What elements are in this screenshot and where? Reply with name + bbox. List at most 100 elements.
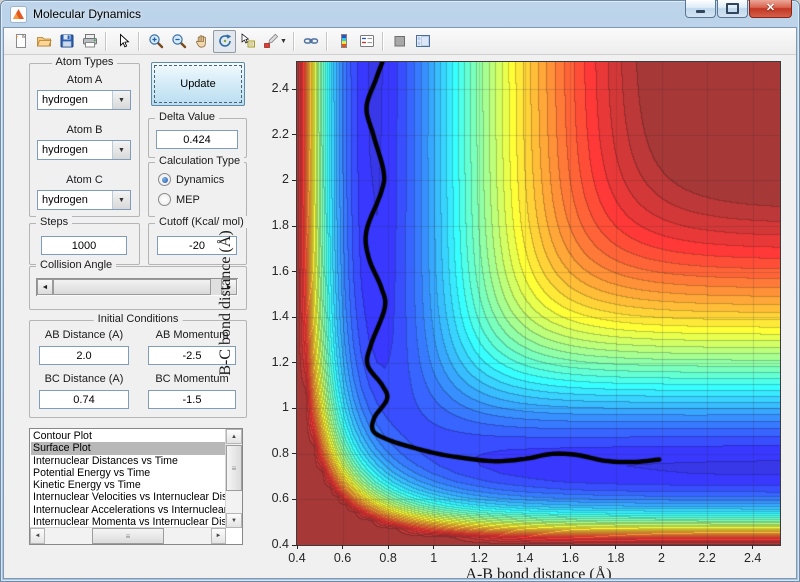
bc-distance-label: BC Distance (A)	[44, 373, 124, 385]
atom-b-dropdown[interactable]: hydrogen ▼	[37, 140, 131, 160]
dropdown-arrow-icon[interactable]: ▼	[112, 91, 130, 109]
matlab-logo-icon	[10, 5, 27, 23]
radio-icon	[158, 193, 171, 206]
list-item[interactable]: Surface Plot	[31, 442, 225, 455]
delta-value-field[interactable]: 0.424	[156, 130, 238, 149]
bc-distance-field[interactable]: 0.74	[39, 390, 129, 409]
print-icon	[82, 34, 97, 48]
x-tick-mark	[387, 545, 389, 549]
list-item[interactable]: Internuclear Velocities vs Internuclear …	[31, 491, 225, 503]
maximize-icon	[726, 3, 739, 14]
radio-dynamics[interactable]: Dynamics	[158, 173, 224, 186]
scroll-up-arrow[interactable]: ▲	[226, 429, 242, 444]
x-tick-label: 0.4	[288, 551, 306, 565]
atom-a-dropdown[interactable]: hydrogen ▼	[37, 90, 131, 110]
radio-mep[interactable]: MEP	[158, 193, 200, 206]
horizontal-scroll-thumb[interactable]: ≡	[92, 528, 164, 544]
collision-angle-slider[interactable]: ◄ ►	[36, 278, 238, 296]
toolbar-data-cursor-button[interactable]	[236, 30, 259, 53]
x-tick-label: 1.2	[470, 551, 488, 565]
horizontal-scrollbar[interactable]: ◄ ≡ ►	[30, 527, 226, 544]
collision-angle-group: Collision Angle ◄ ►	[29, 259, 247, 310]
toolbar-edit-plot-button[interactable]	[111, 30, 134, 53]
y-tick-mark	[292, 362, 296, 364]
minimize-icon	[696, 10, 705, 13]
new-figure-icon	[15, 33, 26, 48]
toolbar-rotate-3d-button[interactable]	[213, 29, 236, 53]
colorbar-icon	[340, 34, 347, 48]
list-item[interactable]: Internuclear Distances vs Time	[31, 455, 225, 467]
y-tick-mark	[292, 134, 296, 136]
vertical-scroll-thumb[interactable]: ≡	[226, 445, 242, 491]
delta-value-title: Delta Value	[155, 111, 220, 123]
x-tick-mark	[752, 545, 754, 549]
ab-distance-label: AB Distance (A)	[44, 329, 124, 341]
toolbar-zoom-out-button[interactable]	[167, 30, 190, 53]
y-tick-mark	[292, 271, 296, 273]
atom-c-value: hydrogen	[42, 194, 88, 206]
list-item[interactable]: Internuclear Momenta vs Internuclear Dis…	[31, 516, 225, 527]
data-cursor-icon	[241, 33, 255, 48]
steps-field[interactable]: 1000	[41, 236, 127, 255]
scroll-right-arrow[interactable]: ►	[211, 528, 226, 544]
hide-plot-tools-icon	[394, 36, 405, 47]
list-item[interactable]: Contour Plot	[31, 430, 225, 442]
toolbar-insert-colorbar-button[interactable]	[332, 30, 355, 53]
dropdown-arrow-icon[interactable]: ▼	[112, 141, 130, 159]
atom-a-value: hydrogen	[42, 94, 88, 106]
atom-b-value: hydrogen	[42, 144, 88, 156]
x-tick-mark	[615, 545, 617, 549]
atom-c-dropdown[interactable]: hydrogen ▼	[37, 190, 131, 210]
y-tick-mark	[292, 407, 296, 409]
dropdown-arrow-icon[interactable]: ▼	[112, 191, 130, 209]
toolbar-open-file-button[interactable]	[32, 30, 55, 53]
toolbar-hide-plot-tools-button[interactable]	[388, 30, 411, 53]
window-title: Molecular Dynamics	[33, 7, 142, 21]
toolbar-zoom-in-button[interactable]	[144, 30, 167, 53]
maximize-button[interactable]	[717, 0, 748, 18]
radio-icon	[158, 173, 171, 186]
x-tick-mark	[706, 545, 708, 549]
y-tick-label: 0.8	[271, 445, 289, 460]
rotate-3d-icon	[218, 34, 231, 47]
contour-canvas[interactable]	[297, 62, 780, 545]
close-button[interactable]: ✕	[749, 0, 792, 18]
list-item[interactable]: Internuclear Accelerations vs Internucle…	[31, 504, 225, 516]
toolbar-link-plot-button[interactable]	[299, 30, 322, 53]
brush-dropdown-caret[interactable]: ▼	[280, 38, 289, 45]
toolbar-new-figure-button[interactable]	[9, 30, 32, 53]
delta-value-group: Delta Value 0.424	[148, 111, 247, 158]
toolbar-print-button[interactable]	[78, 30, 101, 53]
x-tick-label: 1.6	[561, 551, 580, 565]
update-button[interactable]: Update	[151, 62, 245, 106]
vertical-scrollbar[interactable]: ▲ ≡ ▼	[225, 429, 242, 528]
atom-c-label: Atom C	[66, 174, 103, 186]
toolbar-brush-button[interactable]	[259, 30, 282, 53]
zoom-in-icon	[148, 34, 163, 49]
x-tick-label: 0.6	[333, 551, 352, 565]
title-bar[interactable]: Molecular Dynamics ✕	[0, 0, 800, 28]
atom-b-label: Atom B	[66, 124, 103, 136]
slider-left-arrow[interactable]: ◄	[37, 279, 53, 295]
toolbar-separator	[105, 31, 107, 51]
list-item[interactable]: Kinetic Energy vs Time	[31, 479, 225, 491]
pes-contour-plot[interactable]: A-B bond distance (Å) B-C bond distance …	[217, 61, 781, 578]
toolbar-insert-legend-button[interactable]	[355, 30, 378, 53]
scroll-down-arrow[interactable]: ▼	[226, 513, 242, 528]
zoom-out-icon	[171, 34, 186, 49]
y-tick-label: 1.2	[271, 354, 289, 369]
y-tick-mark	[292, 453, 296, 455]
scroll-left-arrow[interactable]: ◄	[30, 528, 45, 544]
list-item[interactable]: Potential Energy vs Time	[31, 467, 225, 479]
toolbar-pan-button[interactable]	[190, 30, 213, 53]
toolbar-separator	[382, 31, 384, 51]
ab-distance-field[interactable]: 2.0	[39, 346, 129, 365]
steps-title: Steps	[36, 216, 73, 228]
slider-thumb[interactable]	[53, 279, 211, 295]
plot-type-listbox[interactable]: Contour Plot Surface Plot Internuclear Dis…	[29, 428, 243, 545]
toolbar-show-plot-tools-button[interactable]	[411, 30, 434, 53]
bc-momentum-field[interactable]: -1.5	[148, 390, 236, 409]
minimize-button[interactable]	[685, 0, 716, 18]
y-tick-label: 1.8	[271, 218, 289, 233]
toolbar-save-button[interactable]	[55, 30, 78, 53]
